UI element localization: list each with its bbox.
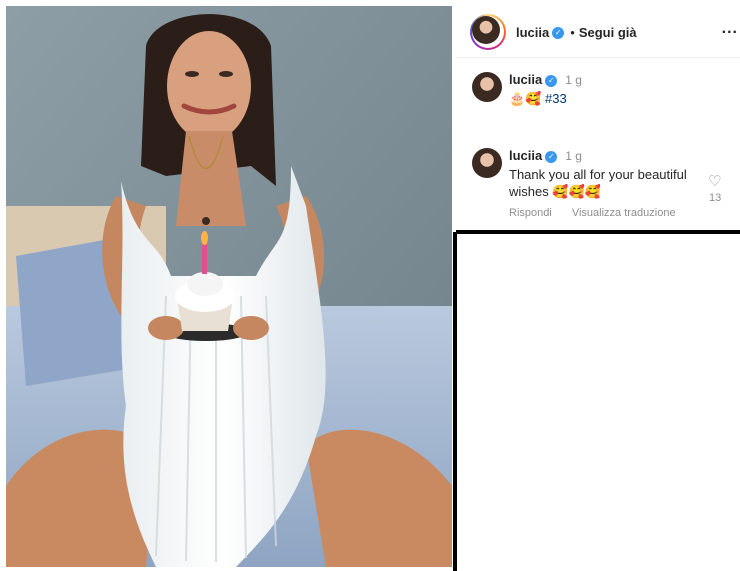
header-user: luciia ✓ • Segui già — [516, 24, 637, 42]
comment-item: luciia ✓ 1 g Thank you all for your beauti… — [456, 148, 740, 228]
comment-emojis: 🎂🥰 — [509, 92, 542, 107]
comment-meta: luciia ✓ 1 g — [509, 72, 582, 87]
post-photo[interactable] — [6, 6, 452, 567]
comment-actions: Rispondi Visualizza traduzione — [509, 207, 696, 219]
comment-emojis: 🥰🥰🥰 — [552, 185, 601, 200]
post-header: luciia ✓ • Segui già ... — [456, 6, 740, 58]
verified-badge-icon: ✓ — [545, 150, 558, 163]
heart-icon[interactable]: ♡ — [708, 172, 721, 190]
crop-border-horizontal — [456, 230, 740, 234]
hashtag-link[interactable]: #33 — [545, 91, 567, 106]
comment-text: 🎂🥰 #33 — [509, 90, 704, 108]
avatar[interactable] — [472, 72, 502, 102]
header-separator: • — [570, 25, 575, 40]
verified-badge-icon: ✓ — [545, 74, 558, 87]
photo-illustration — [6, 6, 452, 567]
reply-button[interactable]: Rispondi — [509, 207, 552, 219]
comment-time[interactable]: 1 g — [565, 73, 582, 87]
see-translation-button[interactable]: Visualizza traduzione — [572, 207, 676, 219]
post-sidebar: luciia ✓ • Segui già ... luciia ✓ 1 g 🎂🥰 #33 … — [456, 6, 740, 232]
story-ring[interactable] — [470, 14, 506, 50]
username-link[interactable]: luciia — [516, 25, 549, 40]
following-button[interactable]: Segui già — [579, 25, 637, 40]
more-options-icon[interactable]: ... — [722, 20, 738, 38]
caption-comment: luciia ✓ 1 g 🎂🥰 #33 — [456, 72, 740, 112]
comment-text: Thank you all for your beautiful wishes … — [509, 166, 704, 201]
crop-border-vertical — [453, 232, 457, 571]
avatar[interactable] — [472, 16, 500, 44]
like-count: 13 — [709, 192, 722, 204]
comment-time[interactable]: 1 g — [565, 149, 582, 163]
comment-meta: luciia ✓ 1 g — [509, 148, 582, 163]
comment-username[interactable]: luciia — [509, 148, 542, 163]
verified-badge-icon: ✓ — [552, 26, 565, 39]
comment-username[interactable]: luciia — [509, 72, 542, 87]
avatar[interactable] — [472, 148, 502, 178]
